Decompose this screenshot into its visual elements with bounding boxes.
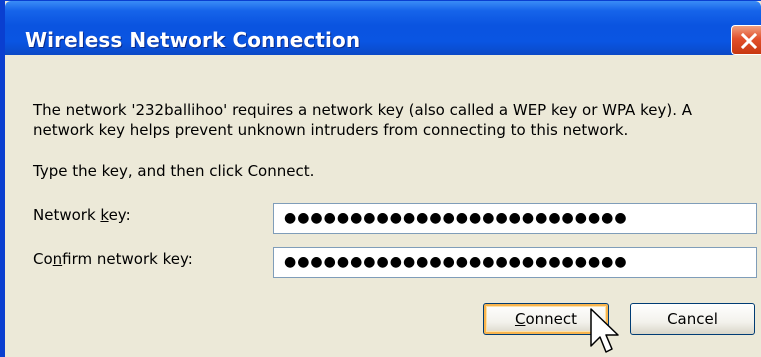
description-text-continued: network key helps prevent unknown intrud… xyxy=(33,121,629,139)
confirm-key-label-post: firm network key: xyxy=(62,250,193,268)
network-key-label-pre: Network xyxy=(33,206,101,224)
network-key-label-accelerator: k xyxy=(100,206,109,224)
network-key-label: Network key: xyxy=(33,206,131,224)
confirm-key-label-pre: Co xyxy=(33,250,53,268)
window-title: Wireless Network Connection xyxy=(25,28,361,52)
dialog-body: The network '232ballihoo' requires a net… xyxy=(5,55,761,357)
description-text: The network '232ballihoo' requires a net… xyxy=(33,101,692,119)
confirm-key-label: Confirm network key: xyxy=(33,250,193,268)
connect-button-accelerator: C xyxy=(514,310,526,328)
instruction-text: Type the key, and then click Connect. xyxy=(33,162,315,180)
confirm-key-field[interactable]: ●●●●●●●●●●●●●●●●●●●●●●●●●● xyxy=(273,247,757,278)
network-key-label-post: ey: xyxy=(108,206,131,224)
connect-button-label: onnect xyxy=(525,310,578,328)
close-icon xyxy=(740,32,758,50)
mouse-pointer-icon xyxy=(590,308,619,353)
network-key-field[interactable]: ●●●●●●●●●●●●●●●●●●●●●●●●●● xyxy=(273,203,757,234)
close-button[interactable] xyxy=(731,25,761,55)
dialog-window: Wireless Network Connection The network … xyxy=(0,0,761,357)
confirm-key-label-accelerator: n xyxy=(52,250,63,268)
title-bar[interactable]: Wireless Network Connection xyxy=(5,1,761,55)
cancel-button[interactable]: Cancel xyxy=(630,303,755,335)
